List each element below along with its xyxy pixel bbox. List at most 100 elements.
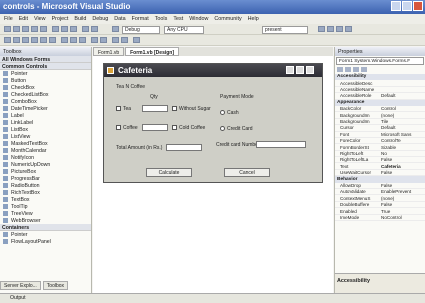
tea-checkbox[interactable] (116, 106, 121, 111)
form-close-icon[interactable] (306, 66, 314, 74)
toolbox-section-common[interactable]: Common Controls (0, 63, 91, 70)
cash-radio[interactable] (220, 110, 225, 115)
menu-test[interactable]: Test (173, 16, 183, 24)
toolbox-item[interactable]: Pointer (0, 70, 91, 77)
toolbox-item[interactable]: CheckedListBox (0, 91, 91, 98)
toolbox-item[interactable]: MonthCalendar (0, 147, 91, 154)
alphabetical-icon[interactable] (345, 67, 351, 72)
total-amount-input[interactable] (166, 144, 202, 151)
h-spacing-icon[interactable] (91, 37, 98, 43)
toolbox-item[interactable]: FlowLayoutPanel (0, 238, 91, 245)
categorized-icon[interactable] (337, 67, 343, 72)
paste-icon[interactable] (70, 26, 77, 32)
bring-front-icon[interactable] (112, 37, 119, 43)
toolbox-item[interactable]: ListView (0, 133, 91, 140)
redo-icon[interactable] (91, 26, 98, 32)
cut-icon[interactable] (52, 26, 59, 32)
menu-format[interactable]: Format (132, 16, 149, 24)
toolbox-item[interactable]: TreeView (0, 210, 91, 217)
toolbox-item[interactable]: TextBox (0, 196, 91, 203)
toolbox-icon[interactable] (345, 26, 352, 32)
same-size-icon[interactable] (79, 37, 86, 43)
toolbox-item[interactable]: ListBox (0, 126, 91, 133)
minimize-icon[interactable] (391, 1, 401, 11)
save-icon[interactable] (31, 26, 38, 32)
same-width-icon[interactable] (61, 37, 68, 43)
object-selector[interactable]: Form1 System.Windows.Forms.F (336, 57, 424, 65)
credit-card-radio[interactable] (220, 126, 225, 131)
menu-view[interactable]: View (34, 16, 46, 24)
menu-tools[interactable]: Tools (155, 16, 168, 24)
toolbox-item[interactable]: Label (0, 112, 91, 119)
calculate-button[interactable]: Calculate (146, 168, 192, 177)
toolbox-item[interactable]: ComboBox (0, 98, 91, 105)
copy-icon[interactable] (61, 26, 68, 32)
menu-project[interactable]: Project (52, 16, 69, 24)
menu-community[interactable]: Community (214, 16, 241, 24)
menu-help[interactable]: Help (248, 16, 259, 24)
undo-icon[interactable] (82, 26, 89, 32)
toolbox-item[interactable]: NotifyIcon (0, 154, 91, 161)
align-left-icon[interactable] (4, 37, 11, 43)
toolbox-item[interactable]: MaskedTextBox (0, 140, 91, 147)
form-minimize-icon[interactable] (286, 66, 294, 74)
solution-config-select[interactable]: Debug (122, 25, 160, 34)
coffee-checkbox[interactable] (116, 125, 121, 130)
send-back-icon[interactable] (121, 37, 128, 43)
toolbox-item[interactable]: ProgressBar (0, 175, 91, 182)
toolbox-item[interactable]: NumericUpDown (0, 161, 91, 168)
tea-qty-input[interactable] (142, 105, 168, 112)
properties-icon[interactable] (327, 26, 334, 32)
tab-order-icon[interactable] (133, 37, 140, 43)
output-tab[interactable]: Output (0, 293, 425, 303)
toolbox-section-all[interactable]: All Windows Forms (0, 56, 91, 63)
toolbox-item[interactable]: Button (0, 77, 91, 84)
toolbox-item[interactable]: CheckBox (0, 84, 91, 91)
align-bottom-icon[interactable] (49, 37, 56, 43)
add-item-icon[interactable] (13, 26, 20, 32)
credit-card-number-input[interactable] (256, 141, 306, 148)
align-top-icon[interactable] (31, 37, 38, 43)
object-browser-icon[interactable] (336, 26, 343, 32)
start-debug-icon[interactable] (112, 26, 119, 32)
tab-toolbox[interactable]: Toolbox (42, 281, 69, 290)
tab-form1-code[interactable]: Form1.vb (93, 47, 125, 56)
cancel-button[interactable]: Cancel (224, 168, 270, 177)
align-middle-icon[interactable] (40, 37, 47, 43)
toolbox-item[interactable]: DateTimePicker (0, 105, 91, 112)
close-icon[interactable] (413, 1, 423, 11)
property-row[interactable]: ImeMode NoControl (335, 215, 425, 221)
menu-build[interactable]: Build (74, 16, 86, 24)
cafeteria-form[interactable]: Cafeteria Tea N Coffee Qty Tea Without S… (103, 63, 323, 183)
without-sugar-checkbox[interactable] (172, 106, 177, 111)
toolbox-item[interactable]: WebBrowser (0, 217, 91, 224)
menu-data[interactable]: Data (114, 16, 125, 24)
form-maximize-icon[interactable] (296, 66, 304, 74)
menu-debug[interactable]: Debug (92, 16, 108, 24)
tab-server-explorer[interactable]: Server Explo... (0, 281, 41, 290)
solution-explorer-icon[interactable] (318, 26, 325, 32)
save-all-icon[interactable] (40, 26, 47, 32)
maximize-icon[interactable] (402, 1, 412, 11)
menu-edit[interactable]: Edit (19, 16, 28, 24)
same-height-icon[interactable] (70, 37, 77, 43)
toolbox-item[interactable]: RadioButton (0, 182, 91, 189)
toolbox-item[interactable]: RichTextBox (0, 189, 91, 196)
toolbox-item[interactable]: PictureBox (0, 168, 91, 175)
new-project-icon[interactable] (4, 26, 11, 32)
coffee-qty-input[interactable] (142, 124, 168, 131)
events-icon[interactable] (361, 67, 367, 72)
tab-form1-design[interactable]: Form1.vb [Design] (125, 47, 180, 56)
find-combo[interactable]: present (262, 25, 308, 34)
menu-window[interactable]: Window (189, 16, 208, 24)
properties-view-icon[interactable] (353, 67, 359, 72)
toolbox-item[interactable]: ToolTip (0, 203, 91, 210)
v-spacing-icon[interactable] (100, 37, 107, 43)
align-right-icon[interactable] (22, 37, 29, 43)
toolbox-item[interactable]: Pointer (0, 231, 91, 238)
open-icon[interactable] (22, 26, 29, 32)
cold-coffee-checkbox[interactable] (172, 125, 177, 130)
platform-select[interactable]: Any CPU (164, 25, 204, 34)
toolbox-item[interactable]: LinkLabel (0, 119, 91, 126)
align-center-icon[interactable] (13, 37, 20, 43)
